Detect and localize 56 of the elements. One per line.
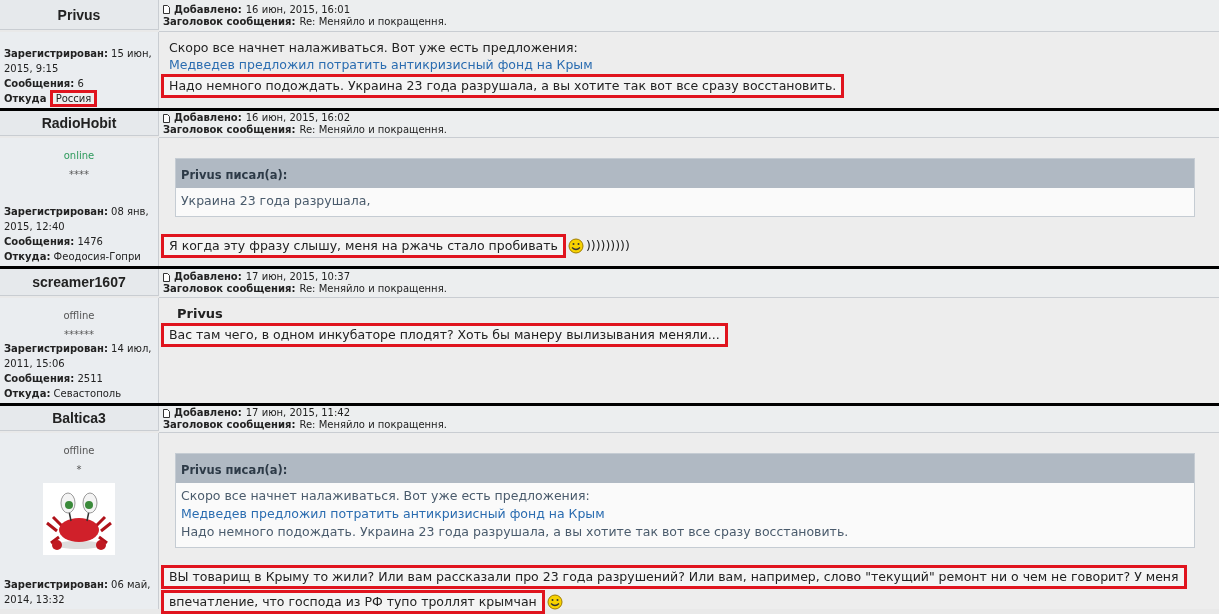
added-label: Добавлено:	[174, 112, 242, 124]
post-subject: Re: Меняйло и покращення.	[299, 124, 447, 136]
status-text: offline	[63, 310, 95, 321]
subject-label: Заголовок сообщения:	[163, 419, 296, 431]
subject-label: Заголовок сообщения:	[163, 283, 296, 295]
username[interactable]: Baltica3	[52, 410, 106, 426]
profile-field: Зарегистрирован: 14 июл, 2011, 15:06	[4, 341, 154, 371]
subject-label: Заголовок сообщения:	[163, 15, 296, 28]
added-label: Добавлено:	[174, 407, 242, 419]
document-icon	[163, 408, 170, 418]
username[interactable]: Privus	[57, 6, 101, 23]
link[interactable]: Медведев предложил потратить антикризисный фонд на Крым	[169, 57, 593, 73]
message-text: Скоро все начнет налаживаться. Вот уже есть предложения:	[169, 40, 578, 56]
profile-field: Зарегистрирован: 15 июн, 2015, 9:15	[4, 46, 154, 76]
profile-field: Сообщения: 2511	[4, 371, 154, 386]
field-value: Россия	[49, 90, 98, 107]
quote-text: Скоро все начнет налаживаться. Вот уже есть предложения:	[181, 488, 590, 503]
link[interactable]: Медведев предложил потратить антикризисный фонд на Крым	[181, 506, 605, 521]
post-date: 17 июн, 2015, 11:42	[245, 407, 351, 419]
username[interactable]: screamer1607	[32, 274, 126, 290]
added-label: Добавлено:	[174, 3, 242, 16]
addressee-name: Privus	[176, 306, 223, 322]
quote-text: Украина 23 года разрушала,	[181, 193, 371, 208]
profile-field: Откуда: Феодосия-Гопри	[4, 249, 154, 264]
post-date: 17 июн, 2015, 10:37	[245, 271, 351, 283]
username[interactable]: RadioHobit	[41, 115, 117, 131]
quote-author: Privus писал(а):	[181, 168, 288, 182]
rank-stars: ****	[69, 169, 89, 180]
profile-field: Сообщения: 6	[4, 76, 154, 91]
status-text: online	[63, 150, 95, 161]
post-subject: Re: Меняйло и покращення.	[299, 419, 447, 431]
document-icon	[163, 272, 170, 282]
profile-field: Откуда: Севастополь	[4, 386, 154, 401]
post-subject: Re: Меняйло и покращення.	[299, 283, 447, 295]
quote-author: Privus писал(а):	[181, 463, 288, 477]
document-icon	[163, 5, 170, 14]
post-date: 16 июн, 2015, 16:02	[245, 112, 351, 124]
document-icon	[163, 113, 170, 123]
message-text: Вас там чего, в одном инкубаторе плодят? Хоть бы манеру вылизывания меняли...	[161, 323, 728, 347]
quote-text: Надо немного подождать. Украина 23 года разрушала, а вы хотите так вот все сразу восстановить.	[181, 524, 849, 539]
subject-label: Заголовок сообщения:	[163, 124, 296, 136]
message-text: )))))))))	[585, 238, 630, 254]
profile-field: Сообщения: 1476	[4, 234, 154, 249]
profile-field: Зарегистрирован: 06 май, 2014, 13:32	[4, 577, 154, 607]
post-subject: Re: Меняйло и покращення.	[299, 15, 447, 28]
field-label: Откуда	[4, 93, 47, 104]
rank-stars: *	[76, 464, 82, 475]
message-text: Я когда эту фразу слышу, меня на ржачь стало пробивать	[161, 234, 566, 258]
post-date: 16 июн, 2015, 16:01	[245, 3, 351, 16]
added-label: Добавлено:	[174, 271, 242, 283]
rank-stars: ******	[64, 329, 94, 340]
message-text: впечатление, что господа из РФ тупо троллят крымчан	[161, 590, 545, 614]
status-text: offline	[63, 445, 95, 456]
profile-field: Зарегистрирован: 08 янв, 2015, 12:40	[4, 204, 154, 234]
message-text: Надо немного подождать. Украина 23 года разрушала, а вы хотите так вот все сразу восстановить.	[161, 74, 845, 98]
message-text: ВЫ товарищ в Крыму то жили? Или вам рассказали про 23 года разрушений? Или вам, например, слово "текущий" ремонт ни о чем не говорит? У меня	[161, 565, 1187, 589]
